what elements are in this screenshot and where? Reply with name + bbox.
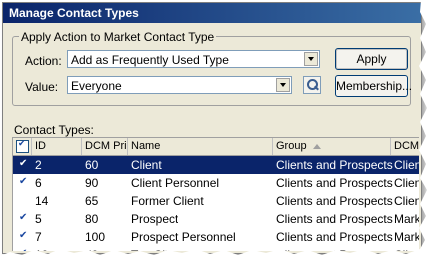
torn-edge-decoration [0,0,436,262]
